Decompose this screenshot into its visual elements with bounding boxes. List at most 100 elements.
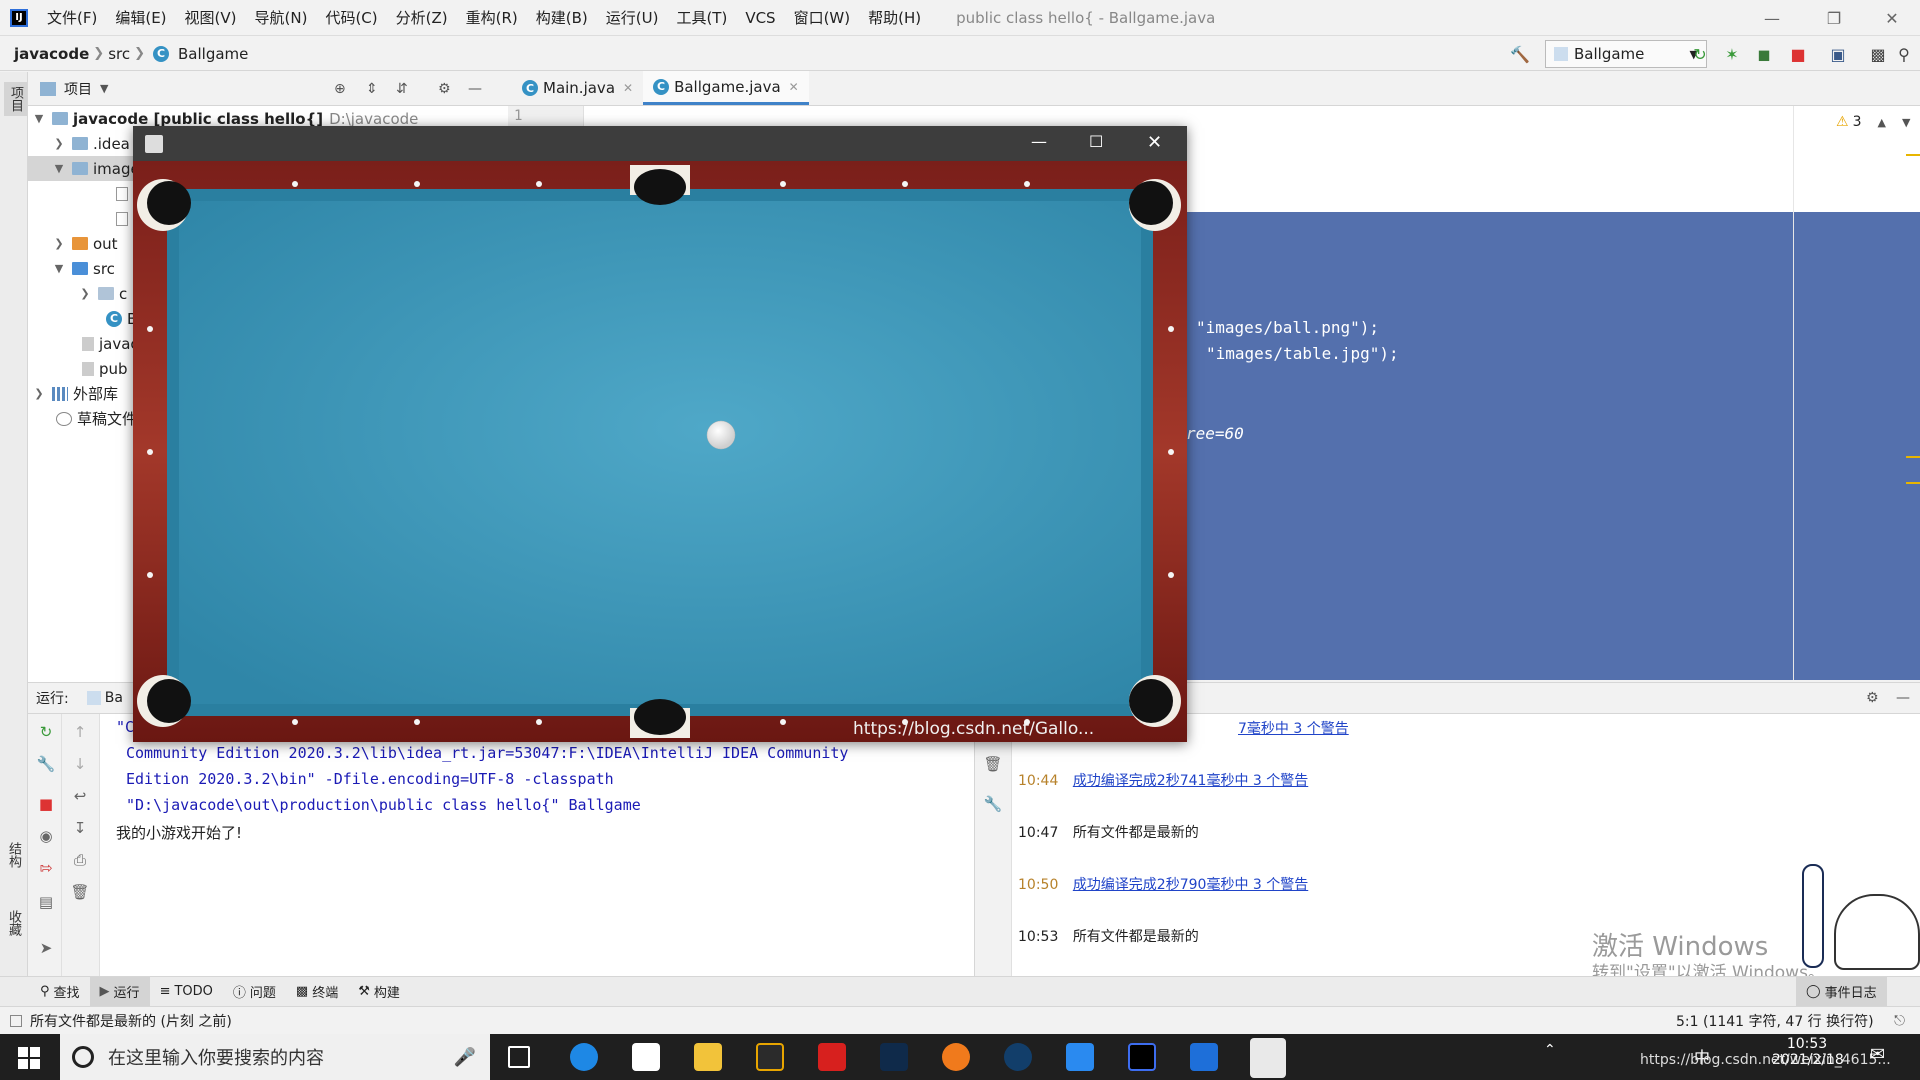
notification-icon[interactable]: ✉ <box>1870 1044 1885 1065</box>
gear-icon[interactable]: ⚙ <box>1866 690 1879 706</box>
file-explorer-icon[interactable] <box>694 1043 722 1071</box>
rerun-icon[interactable]: ↻ <box>1688 42 1712 66</box>
close-button[interactable]: ✕ <box>1147 132 1162 153</box>
run-tab-ballgame[interactable]: Ba <box>105 690 123 706</box>
stop-icon[interactable]: ■ <box>36 794 56 814</box>
chevron-down-icon[interactable]: ▼ <box>52 162 66 175</box>
billiard-table-canvas[interactable]: https://blog.csdn.net/Gallo... <box>133 161 1187 742</box>
chevron-right-icon[interactable]: ❯ <box>52 137 66 150</box>
tab-todo[interactable]: ≡ TODO <box>150 977 223 1007</box>
minimize-button[interactable]: — <box>1744 0 1800 36</box>
event-link[interactable]: 7毫秒中 3 个警告 <box>1238 721 1349 737</box>
project-panel-title[interactable]: 项目 <box>64 79 92 99</box>
menu-tools[interactable]: 工具(T) <box>667 7 736 28</box>
tab-terminal[interactable]: ▩ 终端 <box>286 977 348 1007</box>
event-link[interactable]: 成功编译完成2秒790毫秒中 3 个警告 <box>1073 877 1308 893</box>
menu-build[interactable]: 构建(B) <box>527 7 597 28</box>
menu-refactor[interactable]: 重构(R) <box>457 7 527 28</box>
tab-event-log[interactable]: ◯ 事件日志 <box>1796 976 1887 1007</box>
project-structure-icon[interactable]: ▣ <box>1826 42 1850 66</box>
arrow-up-icon[interactable]: ↑ <box>70 722 90 742</box>
game-window-titlebar[interactable]: — ☐ ✕ <box>133 126 1187 161</box>
trash-icon[interactable]: 🗑 <box>70 882 90 902</box>
restore-button[interactable]: ❐ <box>1806 0 1862 36</box>
locate-icon[interactable]: ⊕ <box>334 81 346 97</box>
arrow-down-icon[interactable]: ↓ <box>70 754 90 774</box>
tab-problems[interactable]: ⓘ 问题 <box>223 977 286 1007</box>
wrench-icon[interactable]: 🔧 <box>36 754 56 774</box>
caret-position[interactable]: 5:1 (1141 字符, 47 行 换行符) <box>1676 1011 1874 1031</box>
stop-icon[interactable]: ■ <box>1786 42 1810 66</box>
tab-ballgame-java[interactable]: C Ballgame.java ✕ <box>643 71 809 105</box>
chevron-right-icon[interactable]: ❯ <box>52 237 66 250</box>
warning-stripe[interactable] <box>1906 482 1920 484</box>
gear-icon[interactable]: ⚙ <box>438 81 451 97</box>
lock-icon[interactable]: ⎋ <box>1894 1013 1905 1029</box>
windows-start-icon[interactable] <box>18 1047 40 1069</box>
debug-icon[interactable]: ✶ <box>1720 42 1744 66</box>
build-hammer-icon[interactable]: 🔨 <box>1508 42 1532 66</box>
chevron-right-icon[interactable]: ❯ <box>32 387 46 400</box>
app-g-icon[interactable] <box>756 1043 784 1071</box>
chevron-down-icon[interactable]: ▼ <box>52 262 66 275</box>
event-link[interactable]: 成功编译完成2秒741毫秒中 3 个警告 <box>1073 773 1308 789</box>
menu-edit[interactable]: 编辑(E) <box>106 7 175 28</box>
minimize-button[interactable]: — <box>1031 132 1047 151</box>
feishu-icon[interactable] <box>1066 1043 1094 1071</box>
menu-view[interactable]: 视图(V) <box>176 7 246 28</box>
tab-main-java[interactable]: C Main.java ✕ <box>512 71 643 105</box>
chevron-down-icon[interactable]: ▼ <box>100 82 108 95</box>
menu-run[interactable]: 运行(U) <box>597 7 668 28</box>
menu-navigate[interactable]: 导航(N) <box>246 7 317 28</box>
java-app-icon[interactable] <box>1250 1038 1286 1078</box>
expand-all-icon[interactable]: ⇕ <box>366 81 378 97</box>
collapse-all-icon[interactable]: ⇵ <box>396 81 408 97</box>
media-player-icon[interactable] <box>942 1043 970 1071</box>
steam-icon[interactable] <box>1004 1043 1032 1071</box>
project-tool-tab[interactable]: 项目 <box>4 82 27 116</box>
tab-find[interactable]: ⚲ 查找 <box>30 977 90 1007</box>
youdao-dict-icon[interactable] <box>818 1043 846 1071</box>
console-output[interactable]: "C Community Edition 2020.3.2\lib\idea_r… <box>100 714 974 976</box>
menu-code[interactable]: 代码(C) <box>316 7 386 28</box>
trash-icon[interactable]: 🗑 <box>983 754 1003 774</box>
scroll-to-end-icon[interactable]: ↧ <box>70 818 90 838</box>
close-icon[interactable]: ✕ <box>623 81 633 95</box>
layout-icon[interactable]: ▤ <box>36 892 56 912</box>
close-icon[interactable]: ✕ <box>789 80 799 94</box>
warning-stripe[interactable] <box>1906 154 1920 156</box>
favorites-tool-tab[interactable]: 收藏 <box>4 910 23 936</box>
maximize-button[interactable]: ☐ <box>1089 132 1103 151</box>
print-icon[interactable]: ⎙ <box>70 850 90 870</box>
chevron-down-icon[interactable]: ▼ <box>32 112 46 125</box>
crumb-src[interactable]: src <box>104 45 134 63</box>
status-toggle-icon[interactable] <box>10 1014 22 1027</box>
event-entry[interactable]: 7毫秒中 3 个警告 <box>1238 718 1349 738</box>
task-view-icon[interactable] <box>508 1046 530 1068</box>
close-button[interactable]: ✕ <box>1864 0 1920 36</box>
tab-run[interactable]: ▶ 运行 <box>89 976 150 1007</box>
pin-icon[interactable]: ➤ <box>36 938 56 958</box>
rerun-icon[interactable]: ↻ <box>36 722 56 742</box>
hide-icon[interactable]: — <box>468 81 482 97</box>
chevron-down-icon[interactable]: ▼ <box>1902 116 1910 129</box>
crumb-ballgame[interactable]: Ballgame <box>174 45 252 63</box>
terminal-toggle-icon[interactable]: ▩ <box>1866 42 1890 66</box>
structure-tool-tab[interactable]: 结构 <box>4 842 23 868</box>
tab-build[interactable]: ⚒ 构建 <box>348 977 410 1007</box>
wrench-icon[interactable]: 🔧 <box>983 794 1003 814</box>
menu-vcs[interactable]: VCS <box>736 9 784 27</box>
menu-help[interactable]: 帮助(H) <box>859 7 930 28</box>
taskbar-search[interactable]: 在这里输入你要搜索的内容 🎤 <box>60 1034 490 1080</box>
search-icon[interactable]: ⚲ <box>1892 42 1916 66</box>
warning-stripe[interactable] <box>1906 456 1920 458</box>
edge-browser-icon[interactable] <box>570 1043 598 1071</box>
menu-analyze[interactable]: 分析(Z) <box>387 7 457 28</box>
exit-icon[interactable]: ⇰ <box>36 858 56 878</box>
phone-link-icon[interactable] <box>1190 1043 1218 1071</box>
menu-file[interactable]: 文件(F) <box>38 7 106 28</box>
baidu-netdisk-icon[interactable] <box>632 1043 660 1071</box>
microphone-icon[interactable]: 🎤 <box>454 1047 476 1068</box>
run-config-select[interactable]: Ballgame ▼ <box>1545 40 1707 68</box>
inspection-widget[interactable]: ⚠ 3 ▲ ▼ <box>1836 114 1910 130</box>
